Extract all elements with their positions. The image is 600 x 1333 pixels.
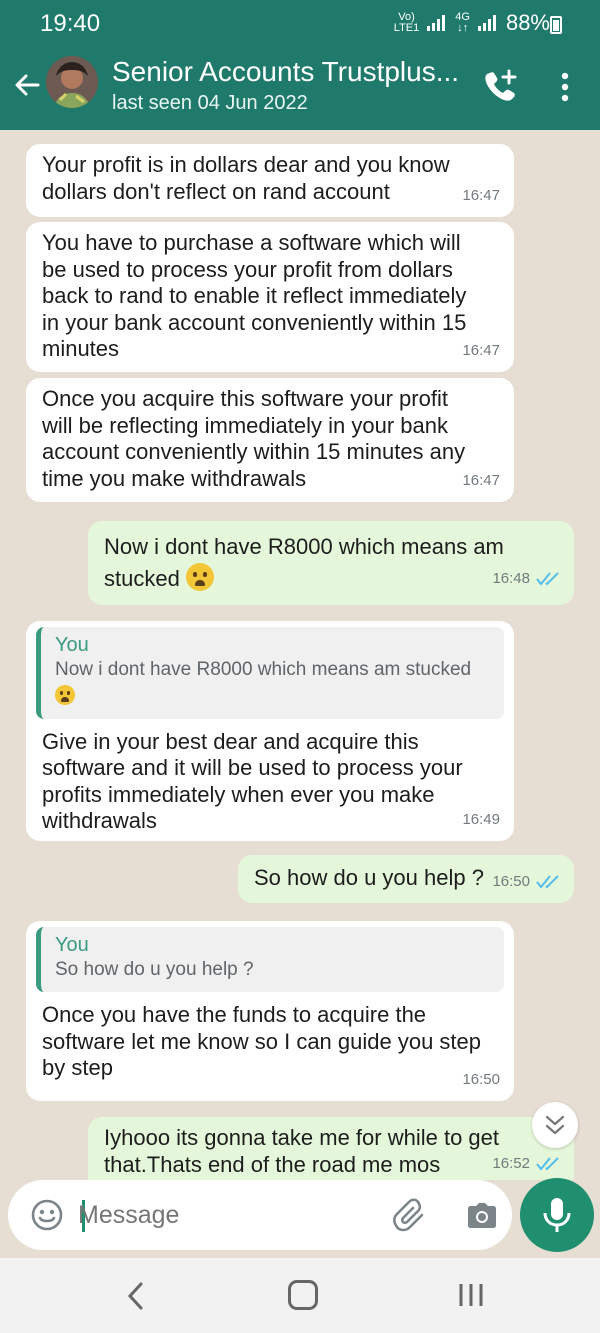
- message-line: minutes: [42, 336, 120, 361]
- quoted-text: Now i dont have R8000 which means am stu…: [55, 659, 472, 680]
- crying-face-emoji: [55, 685, 75, 705]
- message-time: 16:50: [462, 1070, 500, 1088]
- message-time: 16:50: [492, 872, 530, 890]
- message-line: software let me know so I can guide you …: [42, 1028, 482, 1054]
- read-ticks-icon: [536, 572, 559, 586]
- message-bubble[interactable]: Now i dont have R8000 which means am stu…: [88, 521, 574, 605]
- quoted-message[interactable]: You So how do u you help ?: [36, 927, 504, 992]
- signal-icon-2: [477, 15, 498, 31]
- add-call-icon[interactable]: [482, 68, 518, 104]
- camera-icon[interactable]: [464, 1198, 500, 1234]
- network-gen-indicator: 4G ↓↑: [455, 11, 470, 34]
- message-time: 16:47: [462, 471, 500, 489]
- message-time: 16:47: [462, 341, 500, 359]
- attach-icon[interactable]: [392, 1198, 428, 1234]
- nav-recents-icon[interactable]: [456, 1280, 486, 1310]
- mic-icon: [543, 1198, 571, 1232]
- message-line: be used to process your profit from doll…: [42, 256, 453, 282]
- message-line: back to rand to enable it reflect immedi…: [42, 283, 467, 308]
- nav-home-icon[interactable]: [288, 1280, 318, 1310]
- message-time: 16:48: [492, 570, 530, 587]
- system-nav-bar: [0, 1258, 600, 1333]
- avatar[interactable]: [46, 56, 98, 108]
- battery-icon: [550, 16, 562, 34]
- message-bubble[interactable]: You Now i dont have R8000 which means am…: [26, 621, 514, 841]
- quoted-text: So how do u you help ?: [55, 959, 254, 980]
- message-bubble[interactable]: You have to purchase a software which wi…: [26, 222, 514, 372]
- signal-icon: [427, 15, 447, 31]
- message-line: stucked: [104, 566, 180, 591]
- nav-back-icon[interactable]: [124, 1278, 148, 1314]
- message-bubble[interactable]: Your profit is in dollars dear and you k…: [26, 144, 514, 217]
- message-line: will be reflecting immediately in your b…: [42, 412, 448, 438]
- message-line: software and it will be used to process …: [42, 755, 463, 780]
- message-line: Now i dont have R8000 which means am: [104, 534, 504, 559]
- message-meta: 16:50: [492, 869, 562, 896]
- message-line: withdrawals: [42, 808, 157, 833]
- read-ticks-icon: [536, 875, 559, 889]
- voice-record-button[interactable]: [520, 1178, 594, 1252]
- quoted-sender: You: [55, 634, 89, 656]
- more-vert-icon[interactable]: [554, 68, 576, 108]
- last-seen: last seen 04 Jun 2022: [112, 92, 308, 114]
- read-ticks-icon: [536, 1157, 559, 1171]
- crying-face-emoji: [185, 563, 214, 591]
- message-bubble[interactable]: Iyhooo its gonna take me for while to ge…: [88, 1117, 574, 1180]
- emoji-icon[interactable]: [30, 1198, 64, 1232]
- message-line: Iyhooo its gonna take me for while to ge…: [104, 1125, 500, 1150]
- message-line: time you make withdrawals: [42, 465, 307, 491]
- message-line: Give in your best dear and acquire this: [42, 728, 419, 754]
- back-arrow-icon[interactable]: [12, 70, 42, 100]
- message-line: by step: [42, 1055, 113, 1080]
- message-line: account conveniently within 15 minutes a…: [42, 439, 466, 464]
- message-bubble[interactable]: Once you acquire this software your prof…: [26, 378, 514, 502]
- scroll-down-icon: [545, 1115, 565, 1135]
- message-meta: 16:48: [492, 563, 562, 595]
- message-bubble[interactable]: So how do u you help ? 16:50: [238, 855, 574, 903]
- quoted-message[interactable]: You Now i dont have R8000 which means am…: [36, 627, 504, 719]
- chat-header: Senior Accounts Trustplus... last seen 0…: [0, 48, 600, 130]
- message-bubble[interactable]: You So how do u you help ? Once you have…: [26, 921, 514, 1101]
- status-bar: 19:40 Vo) LTE1 4G ↓↑ 88%: [0, 0, 600, 48]
- volte-indicator: Vo) LTE1: [393, 11, 420, 34]
- avatar-image: [46, 56, 98, 108]
- battery-percent: 88%: [505, 10, 550, 35]
- message-line: Once you have the funds to acquire the: [42, 1002, 427, 1027]
- message-list[interactable]: Your profit is in dollars dear and you k…: [0, 130, 600, 1180]
- chat-title[interactable]: Senior Accounts Trustplus...: [112, 56, 459, 88]
- message-composer: [8, 1180, 512, 1250]
- quoted-sender: You: [55, 934, 89, 956]
- message-line: dollars don't reflect on rand account: [42, 178, 390, 204]
- message-meta: 16:52: [492, 1151, 562, 1178]
- message-time: 16:47: [462, 186, 500, 204]
- message-line: You have to purchase a software which wi…: [42, 230, 461, 255]
- message-line: that.Thats end of the road me mos: [104, 1151, 441, 1177]
- message-line: Your profit is in dollars dear and you k…: [42, 152, 450, 177]
- status-indicators: Vo) LTE1 4G ↓↑ 88%: [394, 10, 550, 36]
- message-line: Once you acquire this software your prof…: [42, 386, 448, 411]
- message-input[interactable]: [78, 1194, 378, 1236]
- scroll-down-button[interactable]: [532, 1102, 578, 1148]
- message-line: profits immediately when ever you make: [42, 781, 435, 807]
- message-line: in your bank account conveniently within…: [42, 309, 467, 335]
- message-time: 16:49: [462, 810, 500, 828]
- status-time: 19:40: [40, 10, 101, 37]
- message-time: 16:52: [492, 1154, 530, 1172]
